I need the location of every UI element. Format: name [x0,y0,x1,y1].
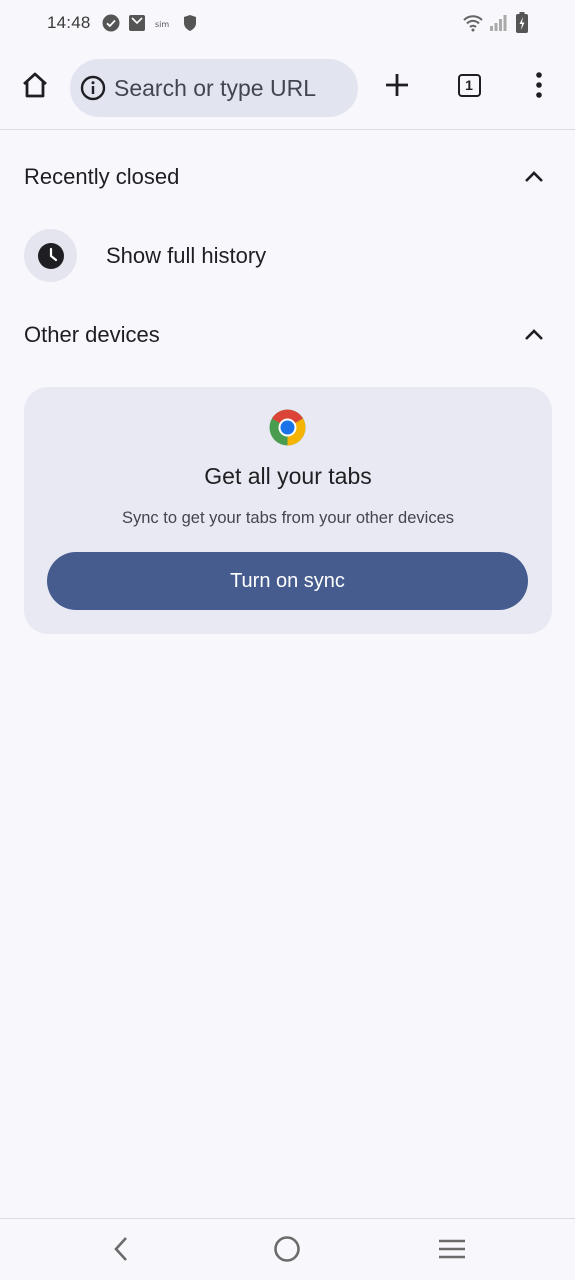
back-chevron-icon [114,1237,127,1261]
system-nav-bar [0,1218,575,1280]
more-vert-icon [536,72,542,98]
tab-count: 1 [457,73,481,97]
status-bar: 14:48 sim [0,0,575,48]
home-button[interactable] [13,63,57,107]
info-icon[interactable] [80,75,106,101]
recents-button[interactable] [432,1231,472,1267]
sync-subtitle: Sync to get your tabs from your other de… [122,509,454,527]
new-tab-button[interactable] [375,63,419,107]
recently-closed-header[interactable]: Recently closed [0,152,575,202]
svg-text:sim: sim [155,20,169,29]
other-devices-header[interactable]: Other devices [0,310,575,360]
omnibox-placeholder: Search or type URL [114,74,316,101]
sync-title: Get all your tabs [204,463,372,489]
recently-closed-title: Recently closed [24,164,180,189]
show-full-history-row[interactable]: Show full history [0,226,575,286]
chrome-logo-icon [269,409,306,446]
tab-switcher-button[interactable]: 1 [447,63,491,107]
wifi-icon [463,14,483,32]
sync-promo-card: Get all your tabs Sync to get your tabs … [24,387,552,634]
nav-home-button[interactable] [267,1231,307,1267]
omnibox[interactable]: Search or type URL [70,59,358,117]
status-time: 14:48 [47,13,91,32]
recents-lines-icon [439,1239,465,1259]
sim-icon: sim [155,14,173,32]
show-full-history-label: Show full history [106,243,267,268]
check-circle-icon [102,14,120,32]
chevron-up-icon[interactable] [523,324,545,346]
cell-signal-icon [489,14,507,32]
mail-bag-icon [128,14,146,32]
other-devices-title: Other devices [24,322,160,347]
shield-icon [181,14,199,32]
turn-on-sync-button[interactable]: Turn on sync [47,552,528,610]
home-icon [23,72,47,98]
plus-icon [386,74,408,96]
chevron-up-icon[interactable] [523,166,545,188]
toolbar: Search or type URL 1 [0,48,575,130]
menu-button[interactable] [517,63,561,107]
clock-icon [24,229,77,282]
back-button[interactable] [101,1231,141,1267]
home-circle-icon [274,1236,300,1262]
battery-charging-icon [515,12,533,33]
